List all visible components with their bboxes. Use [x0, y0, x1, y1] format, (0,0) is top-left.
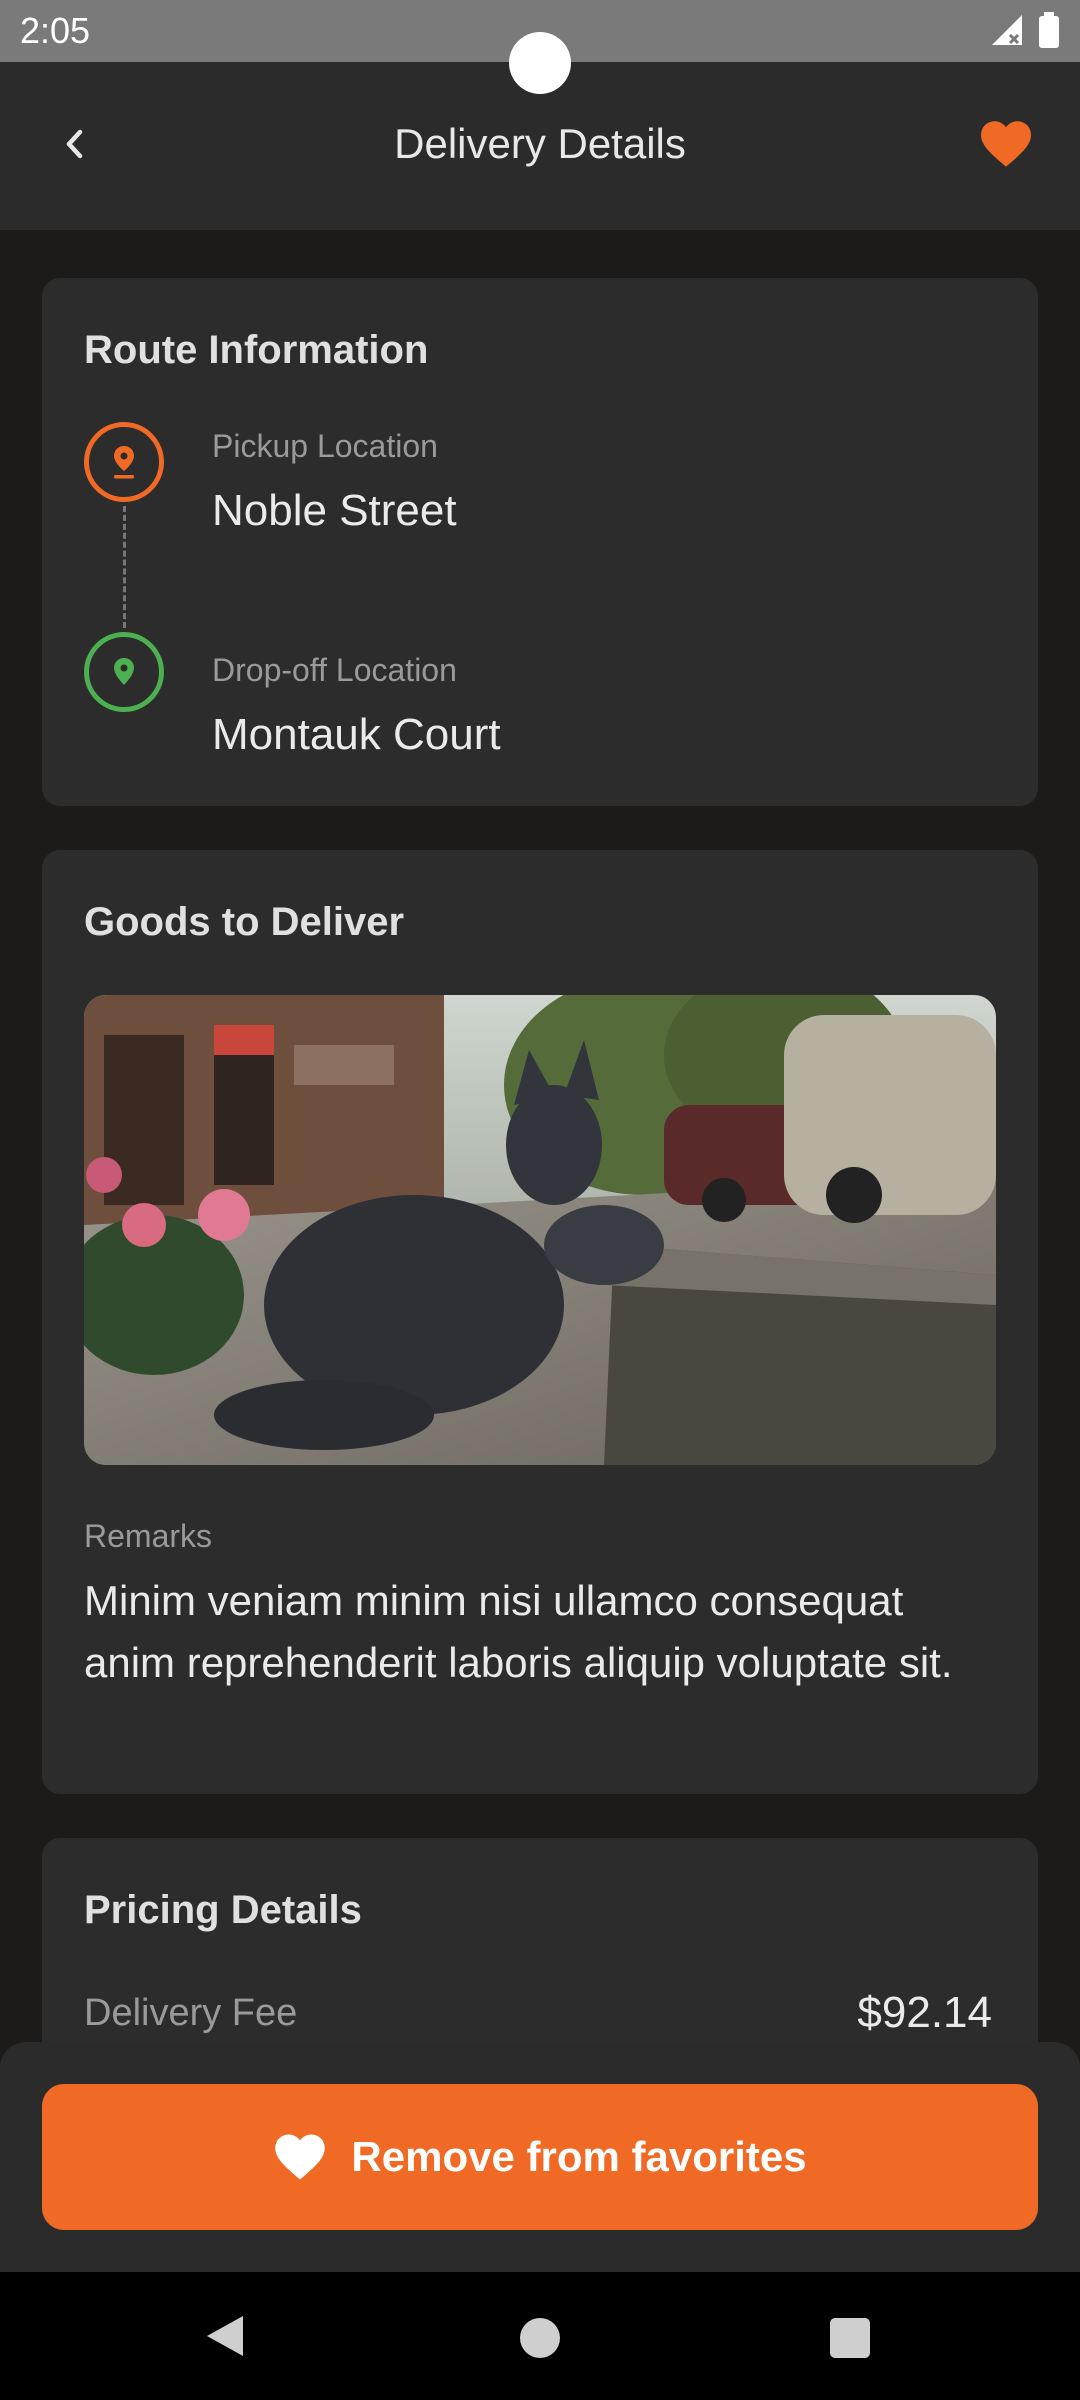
signal-icon — [992, 15, 1022, 45]
remarks-label: Remarks — [84, 1518, 213, 1554]
route-information-card: Route Information Pickup Location Noble … — [42, 278, 1038, 806]
pickup-location-label: Pickup Location — [212, 428, 438, 464]
pickup-pin-icon — [114, 446, 134, 479]
battery-icon — [1039, 12, 1059, 48]
status-icons — [990, 12, 1060, 48]
route-title: Route Information — [84, 328, 429, 372]
camera-cutout — [509, 32, 571, 94]
delivery-fee-label: Delivery Fee — [84, 1992, 298, 2034]
pickup-location-value: Noble Street — [212, 486, 457, 535]
goods-photo — [84, 995, 996, 1465]
nav-home-icon[interactable] — [520, 2318, 560, 2358]
dropoff-location-label: Drop-off Location — [212, 652, 457, 688]
heart-icon — [981, 121, 1031, 167]
pricing-title: Pricing Details — [84, 1888, 362, 1932]
remove-from-favorites-button[interactable]: Remove from favorites — [42, 2084, 1038, 2230]
pickup-marker — [84, 422, 164, 502]
status-time: 2:05 — [20, 10, 91, 51]
bottom-action-panel: Remove from favorites — [0, 2042, 1080, 2272]
dropoff-pin-icon — [114, 658, 134, 685]
system-navigation-bar — [0, 2272, 1080, 2400]
dropoff-location-value: Montauk Court — [212, 710, 501, 759]
route-connector — [123, 506, 126, 628]
page-title: Delivery Details — [394, 120, 686, 167]
remarks-text: Minim veniam minim nisi ullamco consequa… — [84, 1577, 953, 1686]
heart-icon — [275, 2134, 326, 2180]
nav-recents-icon[interactable] — [830, 2318, 870, 2358]
delivery-fee-value: $92.14 — [857, 1988, 992, 2037]
nav-back-icon[interactable] — [205, 2314, 245, 2358]
dropoff-marker — [84, 632, 164, 712]
goods-card: Goods to Deliver Remarks Minim veniam mi… — [42, 850, 1038, 1794]
remove-from-favorites-label: Remove from favorites — [351, 2133, 807, 2180]
favorite-button[interactable] — [974, 112, 1038, 176]
goods-title: Goods to Deliver — [84, 900, 405, 944]
